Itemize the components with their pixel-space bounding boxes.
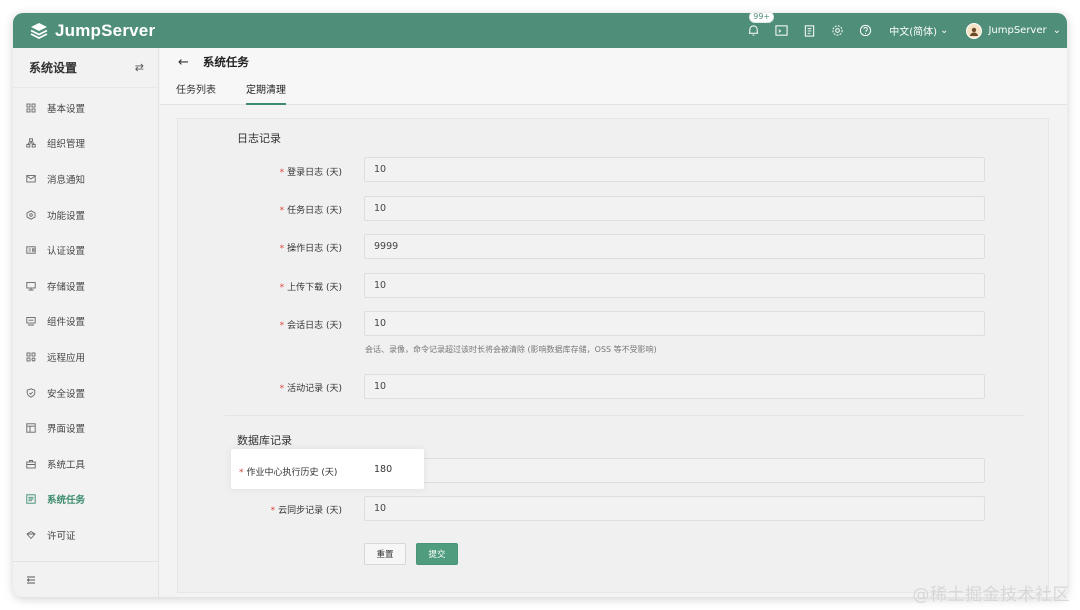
sidebar-item-remote-apps[interactable]: 远程应用: [13, 339, 158, 375]
storage-icon: [26, 281, 36, 291]
section-divider: [225, 415, 1025, 416]
tab-task-list[interactable]: 任务列表: [176, 81, 216, 105]
sidebar-item-label: 组织管理: [47, 139, 86, 151]
title-row: ← 系统任务: [178, 54, 249, 70]
sidebar-item-label: 功能设置: [47, 210, 86, 222]
sidebar-item-license[interactable]: 许可证: [13, 517, 158, 553]
session-log-hint: 会话、录像，命令记录超过该时长将会被清除 (影响数据库存储，OSS 等不受影响): [365, 345, 657, 354]
task-icon: [26, 494, 36, 504]
logo-icon: [30, 23, 48, 40]
db-section-title: 数据库记录: [237, 434, 292, 447]
sidebar-item-security[interactable]: 安全设置: [13, 375, 158, 411]
sidebar-item-component[interactable]: 组件设置: [13, 304, 158, 340]
watermark: @稀土掘金技术社区: [912, 585, 1070, 605]
chevron-down-icon: ⌄: [1052, 25, 1061, 36]
org-icon: [26, 138, 36, 148]
bell-icon[interactable]: 99+: [745, 13, 775, 39]
field-label: * 操作日志 (天): [279, 244, 342, 254]
activity-log-days-input[interactable]: 10: [364, 374, 985, 399]
help-icon[interactable]: [857, 23, 873, 39]
header-actions: 99+ 中文(简体) ⌄ JumpServer ⌄: [739, 13, 1067, 48]
toolbox-icon: [26, 459, 36, 469]
sidebar-item-label: 许可证: [47, 530, 76, 542]
operate-log-days-input[interactable]: 9999: [364, 234, 985, 259]
sidebar-item-label: 存储设置: [47, 281, 86, 293]
sidebar-item-label: 界面设置: [47, 424, 86, 436]
field-label: * 任务日志 (天): [279, 206, 342, 216]
ftp-log-days-input[interactable]: 10: [364, 273, 985, 298]
sidebar-item-feature[interactable]: 功能设置: [13, 197, 158, 233]
field-label: * 作业中心执行历史 (天): [239, 468, 338, 478]
collapse-toggle-icon[interactable]: ⇄: [135, 61, 144, 74]
top-header: JumpServer 99+ 中文(简体) ⌄ JumpServer ⌄: [13, 13, 1067, 48]
sidebar-item-tools[interactable]: 系统工具: [13, 446, 158, 482]
app-window: JumpServer 99+ 中文(简体) ⌄ JumpServer ⌄ 系统设…: [13, 13, 1067, 597]
tab-periodic-cleanup[interactable]: 定期清理: [246, 81, 286, 105]
job-history-days-input[interactable]: 180: [365, 457, 424, 482]
settings-form-card: [177, 118, 1049, 593]
avatar: [966, 22, 983, 39]
shield-icon: [26, 387, 36, 398]
apps-icon: [26, 352, 36, 362]
sidebar-item-org[interactable]: 组织管理: [13, 126, 158, 162]
sidebar-footer: [13, 561, 159, 597]
field-label: * 上传下载 (天): [279, 283, 342, 293]
page-header: ← 系统任务 任务列表 定期清理: [160, 48, 1067, 105]
back-arrow-icon[interactable]: ←: [178, 55, 189, 70]
sidebar: 系统设置 ⇄ 基本设置 组织管理 消息通知 功能设置 认证设置 存储设置 组件设…: [13, 48, 159, 597]
sidebar-item-auth[interactable]: 认证设置: [13, 232, 158, 268]
component-icon: [26, 316, 36, 326]
language-select[interactable]: 中文(简体) ⌄: [889, 23, 948, 38]
license-icon: [26, 530, 36, 540]
sidebar-menu: 基本设置 组织管理 消息通知 功能设置 认证设置 存储设置 组件设置 远程应用 …: [13, 88, 158, 553]
brand-name: JumpServer: [55, 21, 156, 40]
menu-collapse-icon[interactable]: [26, 570, 36, 589]
grid-icon: [26, 103, 36, 113]
sidebar-header: 系统设置 ⇄: [13, 48, 158, 88]
page-title: 系统任务: [202, 55, 249, 69]
tab-bar: 任务列表 定期清理: [176, 81, 286, 105]
message-icon: [26, 174, 36, 184]
language-label: 中文(简体): [889, 27, 938, 38]
sidebar-item-label: 系统工具: [47, 459, 86, 471]
notification-badge: 99+: [749, 13, 775, 23]
clipboard-icon[interactable]: [801, 23, 817, 39]
field-label: * 会话日志 (天): [279, 321, 342, 331]
sidebar-item-label: 消息通知: [47, 174, 86, 186]
sidebar-item-label: 认证设置: [47, 246, 86, 258]
logo[interactable]: JumpServer: [29, 20, 155, 42]
gear-icon[interactable]: [829, 23, 845, 39]
sidebar-item-label: 系统任务: [47, 495, 86, 507]
id-card-icon: [26, 245, 36, 255]
session-log-days-input[interactable]: 10: [364, 311, 985, 336]
terminal-icon[interactable]: [773, 23, 789, 39]
cloud-sync-days-input[interactable]: 10: [364, 496, 985, 521]
sidebar-item-storage[interactable]: 存储设置: [13, 268, 158, 304]
field-label: * 活动记录 (天): [279, 384, 342, 394]
task-log-days-input[interactable]: 10: [364, 196, 985, 221]
login-log-days-input[interactable]: 10: [364, 157, 985, 182]
field-label: * 云同步记录 (天): [270, 506, 342, 516]
username: JumpServer: [988, 25, 1047, 36]
sidebar-item-label: 安全设置: [47, 388, 86, 400]
submit-button[interactable]: 提交: [416, 543, 458, 565]
sidebar-item-basic[interactable]: 基本设置: [13, 90, 158, 126]
job-history-days-background: [364, 458, 985, 483]
chevron-down-icon: ⌄: [940, 25, 949, 36]
sidebar-item-label: 基本设置: [47, 103, 86, 115]
sidebar-item-message[interactable]: 消息通知: [13, 161, 158, 197]
sidebar-title: 系统设置: [29, 61, 78, 75]
field-label: * 登录日志 (天): [279, 168, 342, 178]
layout-icon: [26, 423, 36, 433]
feature-icon: [26, 209, 36, 220]
sidebar-item-label: 远程应用: [47, 352, 86, 364]
sidebar-item-label: 组件设置: [47, 317, 86, 329]
user-menu[interactable]: JumpServer ⌄: [966, 22, 1061, 39]
sidebar-item-layout[interactable]: 界面设置: [13, 410, 158, 446]
sidebar-item-tasks[interactable]: 系统任务: [13, 482, 158, 518]
log-section-title: 日志记录: [237, 132, 281, 145]
reset-button[interactable]: 重置: [364, 543, 406, 565]
